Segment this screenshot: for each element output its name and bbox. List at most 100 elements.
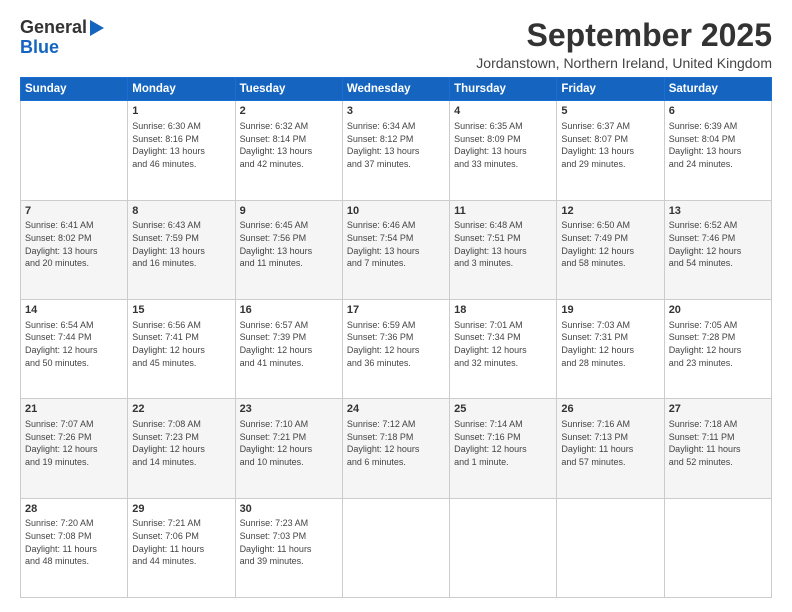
day-number: 4 (454, 104, 552, 119)
day-info: Sunrise: 7:23 AMSunset: 7:03 PMDaylight:… (240, 517, 338, 567)
day-info: Sunrise: 7:07 AMSunset: 7:26 PMDaylight:… (25, 418, 123, 468)
day-number: 28 (25, 502, 123, 517)
calendar-table: Sunday Monday Tuesday Wednesday Thursday… (20, 77, 772, 598)
day-info: Sunrise: 6:43 AMSunset: 7:59 PMDaylight:… (132, 219, 230, 269)
calendar-cell: 22Sunrise: 7:08 AMSunset: 7:23 PMDayligh… (128, 399, 235, 498)
logo-blue-text: Blue (20, 38, 59, 58)
day-info: Sunrise: 6:37 AMSunset: 8:07 PMDaylight:… (561, 120, 659, 170)
calendar-cell: 7Sunrise: 6:41 AMSunset: 8:02 PMDaylight… (21, 200, 128, 299)
day-number: 27 (669, 402, 767, 417)
day-info: Sunrise: 7:08 AMSunset: 7:23 PMDaylight:… (132, 418, 230, 468)
day-number: 12 (561, 204, 659, 219)
day-info: Sunrise: 6:30 AMSunset: 8:16 PMDaylight:… (132, 120, 230, 170)
location: Jordanstown, Northern Ireland, United Ki… (476, 55, 772, 71)
week-row-4: 28Sunrise: 7:20 AMSunset: 7:08 PMDayligh… (21, 498, 772, 597)
calendar-cell: 29Sunrise: 7:21 AMSunset: 7:06 PMDayligh… (128, 498, 235, 597)
calendar-cell: 28Sunrise: 7:20 AMSunset: 7:08 PMDayligh… (21, 498, 128, 597)
calendar-cell: 11Sunrise: 6:48 AMSunset: 7:51 PMDayligh… (450, 200, 557, 299)
day-number: 17 (347, 303, 445, 318)
day-number: 20 (669, 303, 767, 318)
day-number: 11 (454, 204, 552, 219)
header-row: Sunday Monday Tuesday Wednesday Thursday… (21, 78, 772, 101)
day-number: 14 (25, 303, 123, 318)
logo-general-text: General (20, 18, 87, 38)
calendar-cell: 13Sunrise: 6:52 AMSunset: 7:46 PMDayligh… (664, 200, 771, 299)
calendar-cell: 9Sunrise: 6:45 AMSunset: 7:56 PMDaylight… (235, 200, 342, 299)
day-info: Sunrise: 6:32 AMSunset: 8:14 PMDaylight:… (240, 120, 338, 170)
day-info: Sunrise: 7:18 AMSunset: 7:11 PMDaylight:… (669, 418, 767, 468)
day-info: Sunrise: 6:48 AMSunset: 7:51 PMDaylight:… (454, 219, 552, 269)
day-number: 22 (132, 402, 230, 417)
calendar-cell (664, 498, 771, 597)
day-info: Sunrise: 7:10 AMSunset: 7:21 PMDaylight:… (240, 418, 338, 468)
day-info: Sunrise: 7:14 AMSunset: 7:16 PMDaylight:… (454, 418, 552, 468)
calendar-cell: 14Sunrise: 6:54 AMSunset: 7:44 PMDayligh… (21, 299, 128, 398)
day-number: 8 (132, 204, 230, 219)
calendar-cell: 16Sunrise: 6:57 AMSunset: 7:39 PMDayligh… (235, 299, 342, 398)
calendar-cell: 20Sunrise: 7:05 AMSunset: 7:28 PMDayligh… (664, 299, 771, 398)
calendar-cell: 4Sunrise: 6:35 AMSunset: 8:09 PMDaylight… (450, 101, 557, 200)
day-number: 18 (454, 303, 552, 318)
day-number: 13 (669, 204, 767, 219)
calendar-cell (557, 498, 664, 597)
col-monday: Monday (128, 78, 235, 101)
calendar-cell: 27Sunrise: 7:18 AMSunset: 7:11 PMDayligh… (664, 399, 771, 498)
calendar-cell: 12Sunrise: 6:50 AMSunset: 7:49 PMDayligh… (557, 200, 664, 299)
calendar-cell: 25Sunrise: 7:14 AMSunset: 7:16 PMDayligh… (450, 399, 557, 498)
col-wednesday: Wednesday (342, 78, 449, 101)
calendar-cell: 19Sunrise: 7:03 AMSunset: 7:31 PMDayligh… (557, 299, 664, 398)
calendar-cell: 8Sunrise: 6:43 AMSunset: 7:59 PMDaylight… (128, 200, 235, 299)
calendar-cell (450, 498, 557, 597)
calendar-cell: 17Sunrise: 6:59 AMSunset: 7:36 PMDayligh… (342, 299, 449, 398)
col-friday: Friday (557, 78, 664, 101)
calendar-cell: 21Sunrise: 7:07 AMSunset: 7:26 PMDayligh… (21, 399, 128, 498)
day-info: Sunrise: 6:59 AMSunset: 7:36 PMDaylight:… (347, 319, 445, 369)
day-info: Sunrise: 6:34 AMSunset: 8:12 PMDaylight:… (347, 120, 445, 170)
calendar-cell: 2Sunrise: 6:32 AMSunset: 8:14 PMDaylight… (235, 101, 342, 200)
day-number: 30 (240, 502, 338, 517)
day-info: Sunrise: 7:20 AMSunset: 7:08 PMDaylight:… (25, 517, 123, 567)
week-row-1: 7Sunrise: 6:41 AMSunset: 8:02 PMDaylight… (21, 200, 772, 299)
day-number: 16 (240, 303, 338, 318)
day-info: Sunrise: 6:52 AMSunset: 7:46 PMDaylight:… (669, 219, 767, 269)
day-number: 25 (454, 402, 552, 417)
day-number: 29 (132, 502, 230, 517)
day-info: Sunrise: 7:21 AMSunset: 7:06 PMDaylight:… (132, 517, 230, 567)
week-row-3: 21Sunrise: 7:07 AMSunset: 7:26 PMDayligh… (21, 399, 772, 498)
logo: General Blue (20, 18, 105, 58)
day-info: Sunrise: 6:54 AMSunset: 7:44 PMDaylight:… (25, 319, 123, 369)
day-info: Sunrise: 6:56 AMSunset: 7:41 PMDaylight:… (132, 319, 230, 369)
calendar-cell: 24Sunrise: 7:12 AMSunset: 7:18 PMDayligh… (342, 399, 449, 498)
day-info: Sunrise: 6:41 AMSunset: 8:02 PMDaylight:… (25, 219, 123, 269)
calendar-cell: 15Sunrise: 6:56 AMSunset: 7:41 PMDayligh… (128, 299, 235, 398)
day-info: Sunrise: 6:45 AMSunset: 7:56 PMDaylight:… (240, 219, 338, 269)
day-number: 6 (669, 104, 767, 119)
calendar-cell: 5Sunrise: 6:37 AMSunset: 8:07 PMDaylight… (557, 101, 664, 200)
day-number: 23 (240, 402, 338, 417)
day-number: 1 (132, 104, 230, 119)
day-number: 10 (347, 204, 445, 219)
week-row-2: 14Sunrise: 6:54 AMSunset: 7:44 PMDayligh… (21, 299, 772, 398)
col-thursday: Thursday (450, 78, 557, 101)
calendar-cell: 6Sunrise: 6:39 AMSunset: 8:04 PMDaylight… (664, 101, 771, 200)
day-info: Sunrise: 6:57 AMSunset: 7:39 PMDaylight:… (240, 319, 338, 369)
calendar-cell: 23Sunrise: 7:10 AMSunset: 7:21 PMDayligh… (235, 399, 342, 498)
calendar-cell: 10Sunrise: 6:46 AMSunset: 7:54 PMDayligh… (342, 200, 449, 299)
logo-triangle-icon (90, 20, 104, 36)
day-number: 9 (240, 204, 338, 219)
day-info: Sunrise: 6:39 AMSunset: 8:04 PMDaylight:… (669, 120, 767, 170)
day-info: Sunrise: 6:35 AMSunset: 8:09 PMDaylight:… (454, 120, 552, 170)
day-number: 3 (347, 104, 445, 119)
day-number: 21 (25, 402, 123, 417)
day-info: Sunrise: 7:05 AMSunset: 7:28 PMDaylight:… (669, 319, 767, 369)
day-info: Sunrise: 7:16 AMSunset: 7:13 PMDaylight:… (561, 418, 659, 468)
calendar-cell (21, 101, 128, 200)
day-number: 26 (561, 402, 659, 417)
calendar-cell: 1Sunrise: 6:30 AMSunset: 8:16 PMDaylight… (128, 101, 235, 200)
day-number: 15 (132, 303, 230, 318)
page: General Blue September 2025 Jordanstown,… (0, 0, 792, 612)
day-info: Sunrise: 7:03 AMSunset: 7:31 PMDaylight:… (561, 319, 659, 369)
calendar-cell: 3Sunrise: 6:34 AMSunset: 8:12 PMDaylight… (342, 101, 449, 200)
day-info: Sunrise: 6:50 AMSunset: 7:49 PMDaylight:… (561, 219, 659, 269)
header: General Blue September 2025 Jordanstown,… (20, 18, 772, 71)
